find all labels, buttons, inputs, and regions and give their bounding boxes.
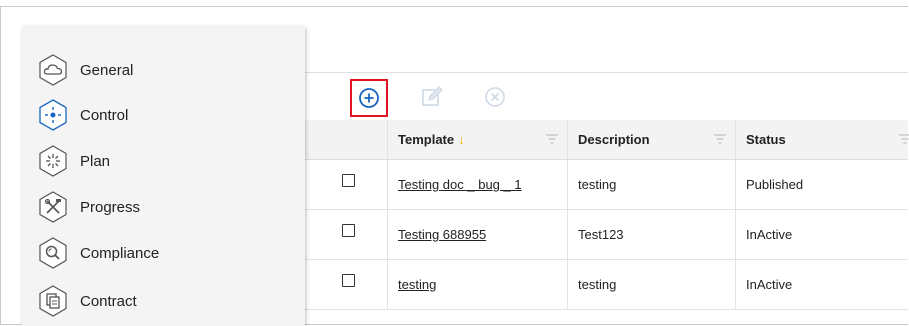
column-header-label: Template [398,132,455,147]
template-cell: testing [387,260,567,309]
row-select-cell [305,210,387,259]
status-cell: InActive [735,260,908,309]
filter-icon[interactable] [545,133,559,145]
template-link[interactable]: testing [398,277,436,292]
menu-item-label: Plan [80,152,111,170]
filter-icon[interactable] [898,133,909,145]
table-header: Template ↓ Description Status [305,120,909,160]
column-header-template[interactable]: Template ↓ [387,120,567,159]
add-button[interactable] [350,79,388,117]
row-select-cell [305,260,387,309]
x-circle-icon [485,87,505,107]
plus-circle-icon [359,88,379,108]
template-link[interactable]: Testing doc _ bug _ 1 [398,177,522,192]
row-checkbox[interactable] [342,274,355,287]
edit-button[interactable] [418,83,446,111]
menu-item-label: Contract [80,292,137,310]
cloud-icon [36,53,70,87]
template-cell: Testing 688955 [387,210,567,259]
edit-icon [422,86,443,106]
status-cell: InActive [735,210,908,259]
cancel-button[interactable] [481,83,509,111]
row-checkbox[interactable] [342,174,355,187]
filter-icon[interactable] [713,133,727,145]
table-row: testing testing InActive [305,260,908,310]
column-header-status[interactable]: Status [735,120,909,159]
menu-item-contract[interactable]: Contract [36,283,137,319]
description-cell: Test123 [567,210,735,259]
status-cell: Published [735,160,908,209]
menu-item-label: Compliance [80,244,160,262]
menu-item-compliance[interactable]: Compliance [36,235,159,271]
sparkle-icon [36,144,70,178]
menu-item-label: Control [80,106,129,124]
template-cell: Testing doc _ bug _ 1 [387,160,567,209]
toolbar-divider [305,72,908,73]
table-row: Testing 688955 Test123 InActive [305,210,908,260]
templates-table: Template ↓ Description Status Testing do… [305,120,909,310]
module-menu: General Control Plan Progress Compliance… [22,27,305,326]
row-select-cell [305,160,387,209]
template-link[interactable]: Testing 688955 [398,227,486,242]
description-cell: testing [567,260,735,309]
table-row: Testing doc _ bug _ 1 testing Published [305,160,908,210]
column-header-label: Status [746,132,786,147]
tools-icon [36,190,70,224]
select-column-header [305,120,387,159]
target-icon [36,98,70,132]
menu-item-plan[interactable]: Plan [36,143,110,179]
row-checkbox[interactable] [342,224,355,237]
menu-item-label: Progress [80,198,141,216]
column-header-description[interactable]: Description [567,120,735,159]
description-cell: testing [567,160,735,209]
search-icon [36,236,70,270]
menu-item-general[interactable]: General [36,52,133,88]
column-header-label: Description [578,132,650,147]
documents-icon [36,284,70,318]
menu-item-control[interactable]: Control [36,97,128,133]
sort-indicator[interactable]: ↓ [458,132,465,147]
menu-item-progress[interactable]: Progress [36,189,140,225]
menu-item-label: General [80,61,134,79]
